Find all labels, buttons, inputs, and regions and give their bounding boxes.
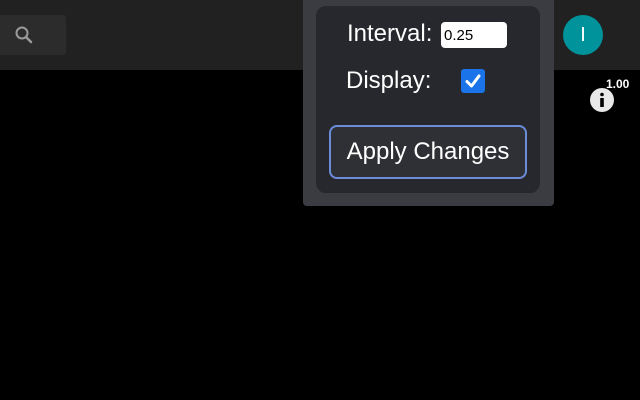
search-button[interactable] xyxy=(0,15,66,55)
display-label: Display: xyxy=(346,67,432,94)
search-icon xyxy=(15,26,33,44)
display-checkbox[interactable] xyxy=(461,69,485,93)
info-icon[interactable] xyxy=(590,88,614,112)
settings-panel: Interval: Display: Apply Changes xyxy=(303,0,554,206)
checkmark-icon xyxy=(465,74,481,88)
interval-label: Interval: xyxy=(347,20,433,47)
user-avatar[interactable]: I xyxy=(563,15,603,55)
apply-changes-button[interactable]: Apply Changes xyxy=(329,125,527,179)
interval-input[interactable] xyxy=(441,22,507,48)
settings-panel-body: Interval: Display: Apply Changes xyxy=(316,6,540,193)
